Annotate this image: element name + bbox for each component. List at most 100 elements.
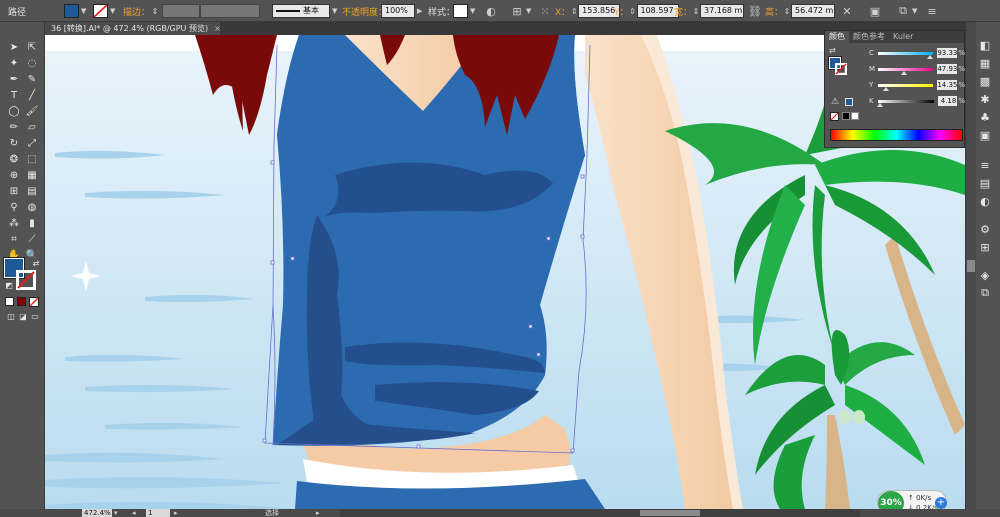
eraser-tool-icon[interactable]: ▱ bbox=[24, 120, 40, 135]
recolor-button[interactable]: ◐ bbox=[484, 0, 498, 22]
opacity-field[interactable]: 100% ▶ bbox=[381, 0, 422, 22]
shape-builder-tool-icon[interactable]: ⊕ bbox=[6, 168, 22, 183]
status-menu-icon[interactable]: ▸ bbox=[316, 509, 320, 517]
x-field[interactable]: X： ⇕ 153.856 bbox=[555, 0, 621, 22]
type-tool-icon[interactable]: T bbox=[6, 88, 22, 103]
tab-color[interactable]: 颜色 bbox=[825, 31, 849, 43]
stepper-icon[interactable]: ⇕ bbox=[783, 4, 791, 18]
black-slider-row[interactable]: K 4.18 % bbox=[869, 95, 965, 107]
magenta-slider-row[interactable]: M 47.93 % bbox=[869, 63, 965, 75]
zoom-level-input[interactable]: 472.4% bbox=[82, 509, 112, 517]
chevron-right-icon[interactable]: ▶ bbox=[417, 7, 422, 15]
reference-point-icon[interactable]: ⁙ bbox=[538, 4, 552, 18]
canvas-vertical-scrollbar[interactable] bbox=[966, 22, 976, 509]
black-color-swatch[interactable] bbox=[842, 112, 850, 120]
slider-thumb[interactable] bbox=[926, 54, 933, 59]
document-tab[interactable]: 36 [转换].AI* @ 472.4% (RGB/GPU 预览) × bbox=[45, 22, 221, 35]
width-field[interactable]: 宽： ⇕ 37.168 mm bbox=[674, 0, 745, 22]
gamut-color-swatch[interactable] bbox=[845, 98, 853, 106]
chevron-down-icon[interactable]: ▾ bbox=[114, 509, 118, 517]
fill-swatch-control[interactable]: ▼ bbox=[64, 0, 86, 22]
variable-width-select[interactable] bbox=[200, 4, 260, 18]
pen-tool-icon[interactable]: ✒ bbox=[6, 72, 22, 87]
panel-menu-button[interactable]: ≡ bbox=[925, 0, 939, 22]
symbols-icon[interactable]: ♣ bbox=[978, 110, 992, 124]
warp-tool-icon[interactable]: ❂ bbox=[6, 152, 22, 167]
color-panel[interactable]: 颜色 颜色参考 Kuler ⇄ ⚠ C 93.33 % M 47.93 % Y … bbox=[824, 30, 965, 148]
gradient-mode-icon[interactable] bbox=[17, 297, 26, 306]
chevron-down-icon[interactable]: ▼ bbox=[81, 7, 86, 15]
stepper-icon[interactable]: ⇕ bbox=[570, 4, 578, 18]
link-icon[interactable]: ⛓ bbox=[748, 4, 762, 18]
stroke-weight-input[interactable] bbox=[162, 4, 200, 18]
perspective-grid-tool-icon[interactable]: ▦ bbox=[24, 168, 40, 183]
cyan-value-input[interactable]: 93.33 bbox=[937, 48, 957, 58]
variable-width-field[interactable] bbox=[200, 0, 260, 22]
scrollbar-thumb[interactable] bbox=[967, 260, 975, 272]
curvature-tool-icon[interactable]: ✎ bbox=[24, 72, 40, 87]
paintbrush-tool-icon[interactable]: 🖌 bbox=[24, 104, 40, 119]
layers-icon[interactable]: ◈ bbox=[978, 268, 992, 282]
out-of-gamut-icon[interactable]: ⚠ bbox=[831, 97, 839, 107]
no-stroke-icon[interactable] bbox=[93, 4, 108, 18]
y-label[interactable]: Y： bbox=[614, 5, 629, 18]
stroke-weight-field[interactable]: ⇕ bbox=[148, 0, 200, 22]
slider-thumb[interactable] bbox=[877, 102, 884, 107]
graphic-styles-icon[interactable]: ▣ bbox=[978, 128, 992, 142]
scrollbar-thumb[interactable] bbox=[640, 510, 700, 516]
graphic-style-swatch[interactable] bbox=[453, 4, 468, 18]
appearance-icon[interactable]: ⚙ bbox=[978, 222, 992, 236]
tab-kuler[interactable]: Kuler bbox=[889, 31, 917, 43]
chevron-down-icon[interactable]: ▼ bbox=[526, 7, 531, 15]
artboard-number-input[interactable]: 1 bbox=[146, 509, 170, 517]
stroke-color-swatch[interactable] bbox=[16, 270, 36, 290]
height-label[interactable]: 高： bbox=[765, 5, 783, 18]
lasso-tool-icon[interactable]: ◌ bbox=[24, 56, 40, 71]
brushes-icon[interactable]: ✱ bbox=[978, 92, 992, 106]
brush-select[interactable]: 基本 bbox=[272, 4, 330, 18]
magenta-slider[interactable] bbox=[877, 67, 934, 75]
stroke-icon[interactable]: ≡ bbox=[978, 158, 992, 172]
panel-menu-icon[interactable]: ≡ bbox=[925, 4, 939, 18]
line-tool-icon[interactable]: ╱ bbox=[24, 88, 40, 103]
none-mode-icon[interactable] bbox=[29, 297, 39, 307]
mesh-tool-icon[interactable]: ⊞ bbox=[6, 184, 22, 199]
align-icon[interactable]: ⊞ bbox=[510, 4, 524, 18]
black-value-input[interactable]: 4.18 bbox=[937, 96, 958, 106]
chevron-down-icon[interactable]: ▼ bbox=[332, 7, 337, 15]
isolate-button[interactable]: ▣ bbox=[868, 0, 882, 22]
column-graph-tool-icon[interactable]: ▮ bbox=[24, 216, 40, 231]
brush-definition[interactable]: 基本 ▼ bbox=[272, 0, 337, 22]
horizontal-scrollbar[interactable] bbox=[340, 509, 860, 517]
chevron-down-icon[interactable]: ▼ bbox=[912, 7, 917, 15]
pencil-tool-icon[interactable]: ✏ bbox=[6, 120, 22, 135]
swap-colors-icon[interactable]: ⇄ bbox=[28, 256, 44, 271]
transform-button[interactable]: ✕ bbox=[840, 0, 854, 22]
gradient-tool-icon[interactable]: ▤ bbox=[24, 184, 40, 199]
ellipse-tool-icon[interactable]: ◯ bbox=[6, 104, 22, 119]
swatches-icon[interactable]: ▩ bbox=[978, 74, 992, 88]
color-mode-icon[interactable] bbox=[5, 297, 14, 306]
color-guide-icon[interactable]: ▦ bbox=[978, 56, 992, 70]
none-color-icon[interactable] bbox=[830, 112, 839, 121]
stroke-swatch-control[interactable]: ▼ bbox=[93, 0, 115, 22]
previous-artboard-icon[interactable]: ◂ bbox=[132, 509, 136, 517]
align-button[interactable]: ⊞ ▼ bbox=[510, 0, 531, 22]
yellow-slider-row[interactable]: Y 14.35 % bbox=[869, 79, 965, 91]
constrain-link[interactable]: ⛓ bbox=[748, 0, 762, 22]
graphic-style-control[interactable]: ▼ bbox=[453, 0, 475, 22]
selection-tool-icon[interactable]: ➤ bbox=[6, 40, 22, 55]
slider-thumb[interactable] bbox=[882, 86, 889, 91]
cyan-slider-row[interactable]: C 93.33 % bbox=[869, 47, 965, 59]
next-artboard-icon[interactable]: ▸ bbox=[174, 509, 178, 517]
eyedropper-tool-icon[interactable]: ⚲ bbox=[6, 200, 22, 215]
chevron-down-icon[interactable]: ▼ bbox=[470, 7, 475, 15]
stepper-icon[interactable]: ⇕ bbox=[629, 4, 637, 18]
stepper-icon[interactable]: ⇕ bbox=[148, 4, 162, 18]
rotate-tool-icon[interactable]: ↻ bbox=[6, 136, 22, 151]
cyan-slider[interactable] bbox=[877, 51, 934, 59]
chevron-down-icon[interactable]: ▼ bbox=[110, 7, 115, 15]
color-panel-icon[interactable]: ◧ bbox=[978, 38, 992, 52]
reference-point[interactable]: ⁙ bbox=[538, 0, 552, 22]
artboards-icon[interactable]: ⧉ bbox=[978, 286, 992, 300]
